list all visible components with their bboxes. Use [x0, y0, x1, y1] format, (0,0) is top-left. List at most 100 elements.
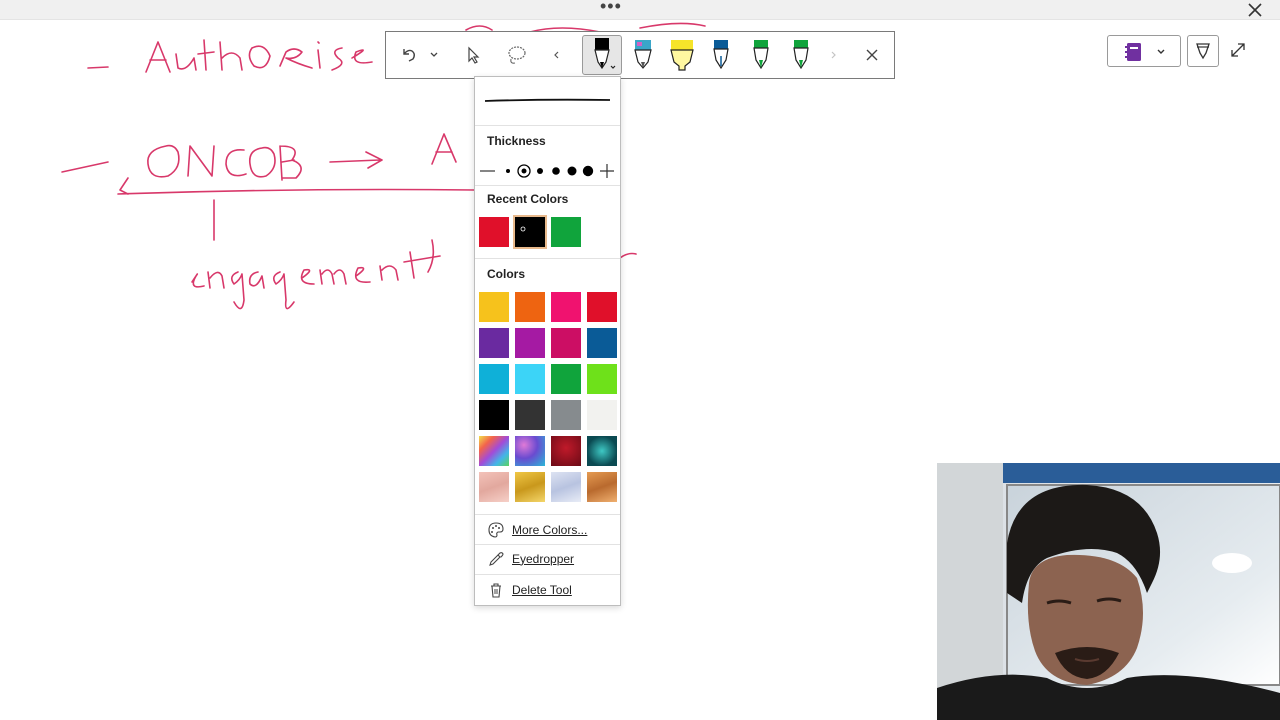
fountain-pen-blue-button[interactable]	[708, 32, 734, 78]
marker-green-icon	[753, 40, 769, 70]
divider	[475, 125, 620, 126]
color-swatch[interactable]	[479, 400, 509, 430]
eyedropper-item[interactable]: Eyedropper	[487, 548, 574, 570]
highlighter-pen-icon	[1196, 43, 1210, 60]
undo-button[interactable]	[396, 32, 422, 78]
ink-stroke	[145, 41, 171, 73]
divider	[475, 514, 620, 515]
ink-stroke	[248, 45, 271, 69]
color-swatch[interactable]	[515, 364, 545, 394]
color-swatch[interactable]	[551, 328, 581, 358]
undo-icon	[403, 49, 415, 62]
draw-toolbar	[385, 31, 895, 79]
highlighter-yellow-icon	[670, 40, 694, 71]
more-colors-item[interactable]: More Colors...	[487, 519, 587, 541]
recent-color-swatch[interactable]	[551, 217, 581, 247]
rose-gold-texture-swatch[interactable]	[479, 472, 509, 502]
color-swatch[interactable]	[551, 400, 581, 430]
expand-icon	[1231, 43, 1245, 57]
divider	[475, 544, 620, 545]
marker-green-2-icon	[793, 40, 809, 70]
thickness-option	[537, 168, 543, 174]
scroll-left-button[interactable]	[550, 32, 564, 78]
color-swatch[interactable]	[479, 292, 509, 322]
window-close-icon[interactable]	[1246, 1, 1264, 19]
rainbow-texture-swatch[interactable]	[479, 436, 509, 466]
notebook-button[interactable]	[1107, 35, 1181, 67]
pen-black-icon	[594, 38, 616, 70]
color-swatch[interactable]	[587, 292, 617, 322]
ink-stroke	[300, 268, 315, 285]
color-swatch[interactable]	[551, 364, 581, 394]
more-options-icon[interactable]: •••	[600, 0, 622, 17]
ink-stroke	[351, 49, 373, 64]
color-swatch[interactable]	[515, 400, 545, 430]
ink-stroke	[87, 66, 109, 69]
close-toolbar-button[interactable]	[860, 32, 884, 78]
select-cursor-icon	[468, 46, 480, 64]
color-swatch[interactable]	[515, 328, 545, 358]
pen-galaxy-button[interactable]	[630, 32, 656, 78]
ink-stroke	[147, 144, 180, 178]
ink-stroke	[379, 265, 399, 281]
ink-stroke	[197, 39, 215, 71]
marker-green-2-button[interactable]	[788, 32, 814, 78]
select-button[interactable]	[460, 32, 486, 78]
color-swatch[interactable]	[515, 292, 545, 322]
ink-stroke	[431, 133, 457, 165]
color-swatch[interactable]	[587, 328, 617, 358]
draw-mode-button[interactable]	[1187, 35, 1219, 67]
ink-stroke	[230, 271, 245, 310]
ink-stroke	[117, 188, 475, 195]
teal-texture-swatch[interactable]	[587, 436, 617, 466]
eyedropper-icon	[489, 552, 504, 566]
scroll-right-button[interactable]	[826, 32, 840, 78]
pen-black-button[interactable]	[582, 35, 622, 75]
recent-color-swatch[interactable]	[479, 217, 509, 247]
thickness-option	[506, 169, 510, 173]
colors-label: Colors	[487, 267, 526, 281]
divider	[475, 574, 620, 575]
ink-stroke	[279, 145, 302, 181]
thickness-option	[567, 166, 577, 176]
marker-green-button[interactable]	[748, 32, 774, 78]
ink-stroke	[119, 177, 129, 195]
ink-stroke	[331, 47, 343, 71]
color-swatch[interactable]	[587, 400, 617, 430]
ink-stroke	[619, 252, 637, 259]
chevron-left-icon	[554, 51, 559, 59]
thickness-label: Thickness	[487, 134, 546, 148]
gold-texture-swatch[interactable]	[515, 472, 545, 502]
bronze-texture-swatch[interactable]	[587, 472, 617, 502]
ruby-texture-swatch[interactable]	[551, 436, 581, 466]
ink-stroke	[207, 271, 225, 289]
color-swatch[interactable]	[479, 328, 509, 358]
delete-tool-item[interactable]: Delete Tool	[487, 579, 572, 601]
ink-stroke	[191, 273, 205, 288]
undo-dropdown-button[interactable]	[426, 32, 442, 78]
recent-colors-label: Recent Colors	[487, 192, 569, 206]
lasso-button[interactable]	[504, 32, 530, 78]
ink-stroke	[319, 269, 347, 285]
recent-color-swatch-selected[interactable]	[513, 215, 547, 249]
color-swatch[interactable]	[479, 364, 509, 394]
thickness-option	[552, 167, 560, 175]
stroke-preview	[484, 98, 611, 102]
color-swatch[interactable]	[551, 292, 581, 322]
silver-texture-swatch[interactable]	[551, 472, 581, 502]
eyedropper-label: Eyedropper	[512, 552, 575, 566]
chevron-down-icon	[430, 52, 438, 57]
palette-icon	[488, 522, 504, 538]
highlighter-yellow-button[interactable]	[668, 32, 696, 78]
ink-stroke	[427, 239, 435, 273]
ink-stroke	[317, 41, 321, 69]
chevron-right-icon	[831, 51, 836, 59]
galaxy-texture-swatch[interactable]	[515, 436, 545, 466]
increase-thickness-icon	[600, 164, 614, 178]
more-colors-label: More Colors...	[512, 523, 588, 537]
selected-indicator-icon	[520, 226, 526, 232]
lasso-icon	[508, 46, 526, 64]
webcam-video	[937, 463, 1280, 720]
color-swatch[interactable]	[587, 364, 617, 394]
expand-button[interactable]	[1229, 41, 1247, 64]
